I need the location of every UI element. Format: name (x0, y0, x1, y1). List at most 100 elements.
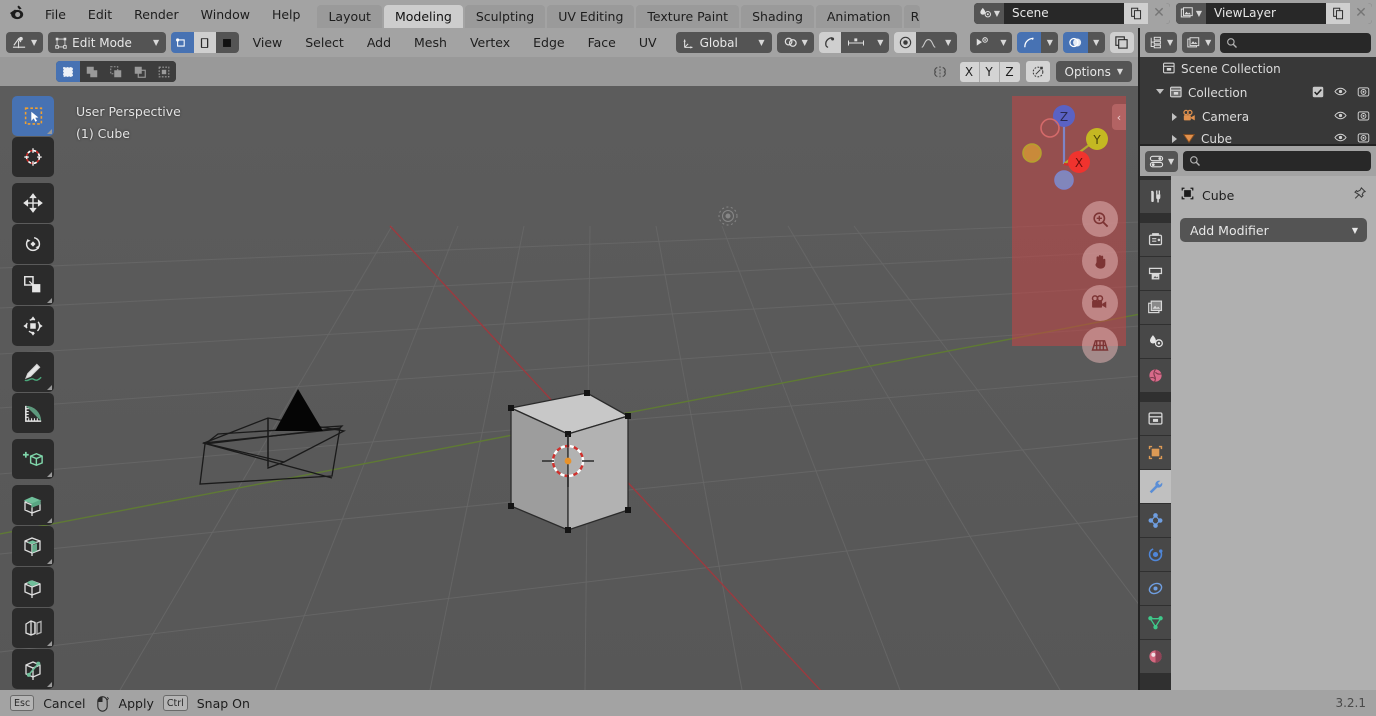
uv-menu[interactable]: UV (630, 28, 666, 57)
auto-merge-icon[interactable] (1025, 61, 1050, 82)
transform-orientation-selector[interactable]: Global ▼ (675, 32, 772, 53)
snap-chevron-button[interactable]: ▼ (871, 32, 889, 53)
eye-icon[interactable] (1334, 109, 1347, 125)
properties-tab-particles[interactable] (1140, 504, 1171, 537)
select-extend-button[interactable] (80, 61, 104, 82)
camera-render-icon[interactable] (1357, 85, 1370, 101)
move-tool-button[interactable] (12, 183, 54, 223)
checkbox-icon[interactable] (1312, 86, 1324, 101)
loop-cut-tool-button[interactable] (12, 608, 54, 648)
blender-logo-icon[interactable] (0, 0, 34, 28)
select-invert-button[interactable] (128, 61, 152, 82)
menu-help[interactable]: Help (261, 0, 312, 28)
viewlayer-name[interactable]: ViewLayer (1206, 2, 1326, 24)
scene-unlink-icon[interactable]: ✕ (1148, 2, 1170, 24)
add-menu[interactable]: Add (358, 28, 400, 57)
edge-menu[interactable]: Edge (524, 28, 573, 57)
visibility-icon[interactable] (969, 32, 995, 53)
zoom-button[interactable] (1082, 201, 1118, 237)
select-subtract-button[interactable] (104, 61, 128, 82)
face-select-button[interactable] (216, 32, 239, 53)
scene-name[interactable]: Scene (1004, 2, 1124, 24)
properties-tab-object[interactable] (1140, 436, 1171, 469)
snap-increment-button[interactable] (841, 32, 872, 53)
transform-tool-button[interactable] (12, 306, 54, 346)
tab-sculpting[interactable]: Sculpting (464, 5, 546, 28)
camera-render-icon[interactable] (1357, 109, 1370, 125)
panel-collapse-chevron-left-icon[interactable]: ‹ (1112, 104, 1126, 130)
rotate-tool-button[interactable] (12, 224, 54, 264)
proportional-editing-toggle[interactable] (818, 32, 842, 53)
pan-button[interactable] (1082, 243, 1118, 279)
add-modifier-button[interactable]: Add Modifier ▼ (1180, 218, 1367, 242)
vertex-select-button[interactable] (171, 32, 194, 53)
menu-edit[interactable]: Edit (77, 0, 123, 28)
mesh-menu[interactable]: Mesh (405, 28, 456, 57)
xray-icon[interactable] (1109, 32, 1134, 53)
properties-tab-world[interactable] (1140, 359, 1171, 392)
proportional-toggle-button[interactable] (893, 32, 917, 53)
outliner-display-mode-button[interactable]: ▼ (1145, 32, 1178, 53)
properties-tab-view-layer[interactable] (1140, 291, 1171, 324)
camera-view-button[interactable] (1082, 285, 1118, 321)
viewlayer-unlink-icon[interactable]: ✕ (1350, 2, 1372, 24)
properties-editor-type-button[interactable]: ▼ (1145, 150, 1179, 172)
tab-rendering[interactable]: R (903, 5, 920, 28)
3d-viewport[interactable]: User Perspective (1) Cube ‹ Z Y X (0, 86, 1140, 690)
snap-button[interactable]: ▼ (776, 32, 814, 53)
vertex-menu[interactable]: Vertex (461, 28, 519, 57)
add-cube-tool-button[interactable] (12, 439, 54, 479)
menu-window[interactable]: Window (190, 0, 261, 28)
tab-layout[interactable]: Layout (317, 5, 382, 28)
tab-animation[interactable]: Animation (815, 5, 902, 28)
knife-tool-button[interactable] (12, 649, 54, 689)
chevron-right-icon[interactable] (1172, 135, 1177, 143)
tab-uv-editing[interactable]: UV Editing (547, 5, 635, 28)
toggle-perspective-button[interactable] (1082, 327, 1118, 363)
overlays-icon[interactable] (1063, 32, 1088, 53)
cursor-tool-button[interactable] (12, 137, 54, 177)
tab-modeling[interactable]: Modeling (383, 5, 463, 28)
outliner-row-camera[interactable]: Camera (1140, 105, 1376, 129)
properties-tab-collection[interactable] (1140, 402, 1171, 435)
select-menu[interactable]: Select (296, 28, 353, 57)
viewlayer-icon[interactable]: ▼ (1176, 2, 1206, 24)
view-menu[interactable]: View (244, 28, 292, 57)
properties-tab-data[interactable] (1140, 606, 1171, 639)
extrude-tool-button[interactable] (12, 485, 54, 525)
outliner-row-scene-collection[interactable]: Scene Collection (1140, 57, 1376, 81)
mirror-icon[interactable] (926, 64, 954, 80)
mirror-y-button[interactable]: Y (979, 61, 1000, 82)
scene-copy-icon[interactable] (1124, 2, 1148, 24)
breadcrumb-object-name[interactable]: Cube (1202, 188, 1234, 203)
outliner-search-input[interactable] (1220, 32, 1371, 53)
properties-search-input[interactable] (1183, 151, 1371, 171)
outliner-properties-divider[interactable] (1140, 144, 1376, 146)
properties-tab-material[interactable] (1140, 640, 1171, 673)
options-button[interactable]: Options ▼ (1055, 61, 1132, 82)
chevron-down-icon[interactable] (1156, 88, 1164, 98)
tweak-tool-button[interactable] (12, 96, 54, 136)
edge-select-button[interactable] (193, 32, 217, 53)
viewlayer-copy-icon[interactable] (1326, 2, 1350, 24)
properties-tab-modifier[interactable] (1140, 470, 1171, 503)
falloff-chevron-button[interactable]: ▼ (939, 32, 957, 53)
menu-render[interactable]: Render (123, 0, 190, 28)
mirror-z-button[interactable]: Z (999, 61, 1020, 82)
pin-icon[interactable] (1352, 186, 1367, 204)
mode-selector[interactable]: Edit Mode ▼ (48, 32, 167, 53)
menu-file[interactable]: File (34, 0, 77, 28)
viewport-outliner-divider[interactable] (1138, 28, 1140, 690)
falloff-type-button[interactable] (916, 32, 940, 53)
editor-type-button[interactable]: ▼ (6, 32, 44, 53)
select-intersect-button[interactable] (152, 61, 176, 82)
inset-faces-tool-button[interactable] (12, 526, 54, 566)
scene-icon[interactable]: ▼ (974, 2, 1004, 24)
bevel-tool-button[interactable] (12, 567, 54, 607)
face-menu[interactable]: Face (579, 28, 625, 57)
outliner-filter-button[interactable]: ▼ (1182, 32, 1216, 53)
properties-tab-render[interactable] (1140, 223, 1171, 256)
chevron-right-icon[interactable] (1172, 113, 1177, 121)
measure-tool-button[interactable] (12, 393, 54, 433)
eye-icon[interactable] (1334, 85, 1347, 101)
